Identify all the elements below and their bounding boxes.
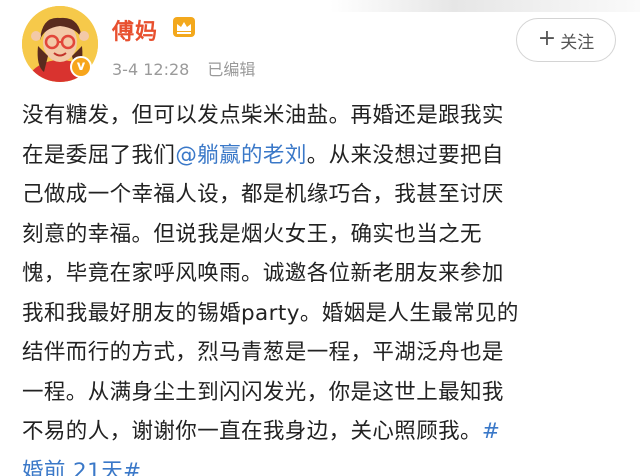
post-line: 在是委屈了我们@躺赢的老刘。从来没想过要把自: [22, 136, 622, 176]
cropped-top-edge: [330, 0, 640, 12]
post-line: 一程。从满身尘土到闪闪发光，你是这世上最知我: [22, 379, 504, 405]
post-line: 我和我最好朋友的锡婚party。婚姻是人生最常见的: [22, 300, 519, 326]
post-line: 婚前 21天#: [22, 452, 622, 476]
weibo-post: v 傅妈 3-4 12:28 已编辑 + 关注 没有糖发，但可以发点柴米油盐。再婚…: [0, 0, 640, 476]
edited-label[interactable]: 已编辑: [207, 60, 255, 79]
username[interactable]: 傅妈: [112, 14, 158, 46]
follow-label: 关注: [560, 32, 595, 53]
post-line: 愧，毕竟在家呼风唤雨。诚邀各位新老朋友来参加: [22, 261, 504, 286]
hashtag-link-end[interactable]: 婚前 21天#: [22, 459, 142, 476]
post-text-segment: 在是委屈了我们: [22, 142, 176, 168]
post-line: 不易的人，谢谢你一直在我身边，关心照顾我。#: [22, 412, 622, 452]
crown-icon: [173, 17, 195, 37]
post-text: 没有糖发，但可以发点柴米油盐。再婚还是跟我实 在是委屈了我们@躺赢的老刘。从来没…: [22, 96, 622, 476]
post-line: 没有糖发，但可以发点柴米油盐。再婚还是跟我实: [22, 103, 504, 128]
verified-v-icon: v: [70, 56, 92, 78]
post-text-segment: 不易的人，谢谢你一直在我身边，关心照顾我。: [22, 419, 482, 444]
post-line: 己做成一个幸福人设，都是机缘巧合，我甚至讨厌: [22, 182, 504, 207]
hashtag-link-start[interactable]: #: [482, 419, 500, 444]
post-text-segment: 。从来没想过要把自: [306, 142, 504, 168]
post-line: 结伴而行的方式，烈马青葱是一程，平湖泛舟也是: [22, 340, 504, 365]
plus-icon: +: [537, 26, 557, 51]
follow-button[interactable]: + 关注: [516, 18, 616, 62]
post-meta: 3-4 12:28 已编辑: [112, 56, 255, 80]
mention-link[interactable]: @躺赢的老刘: [175, 143, 306, 168]
post-line: 刻意的幸福。但说我是烟火女王，确实也当之无: [22, 221, 482, 247]
timestamp: 3-4 12:28: [112, 60, 190, 79]
